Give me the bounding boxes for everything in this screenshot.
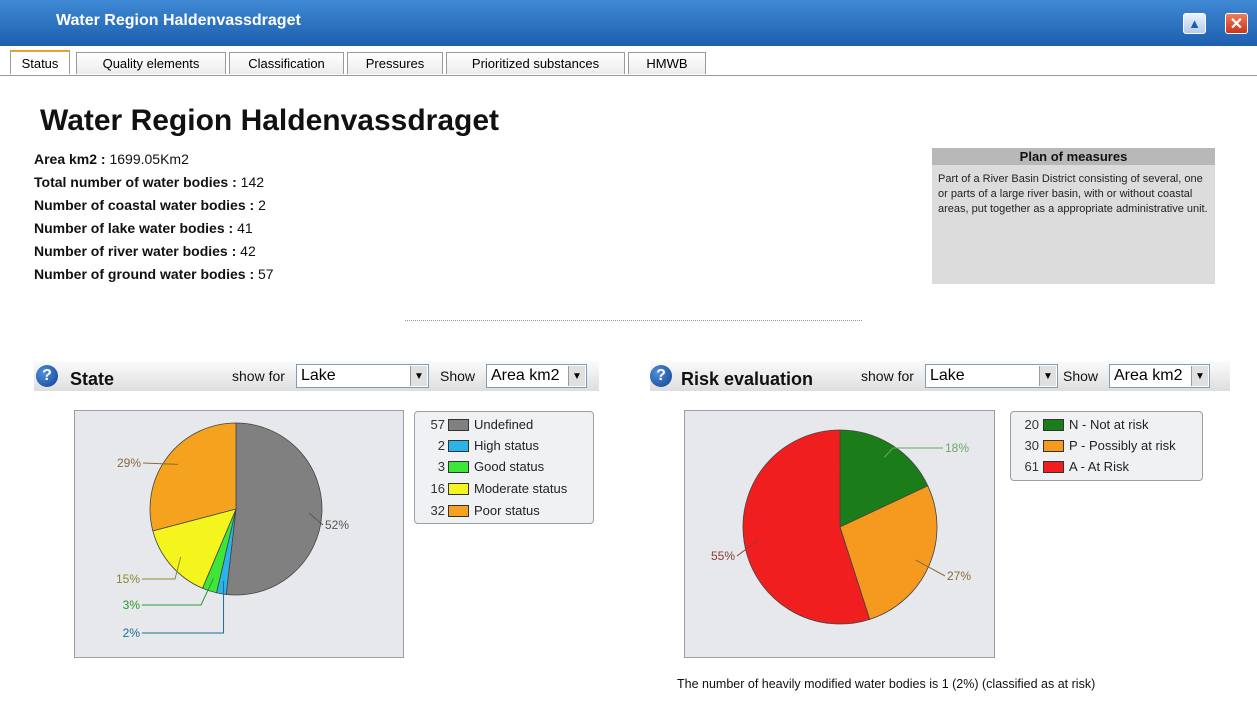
- legend-item: 20 N - Not at risk: [1024, 417, 1149, 432]
- chevron-down-icon: ▼: [1039, 366, 1056, 386]
- pie-percent-label: 52%: [325, 518, 349, 532]
- state-show-select[interactable]: Area km2 ▼: [486, 364, 587, 388]
- tab-quality-elements[interactable]: Quality elements: [76, 52, 226, 74]
- close-button[interactable]: ✕: [1225, 13, 1248, 34]
- pie-percent-label: 15%: [116, 572, 140, 586]
- legend-item: 3 Good status: [437, 459, 545, 474]
- risk-panel-header: ? Risk evaluation show for Lake ▼ Show A…: [650, 361, 1230, 391]
- hmwb-footnote: The number of heavily modified water bod…: [677, 677, 1096, 691]
- page-title: Water Region Haldenvassdraget: [40, 104, 500, 137]
- chevron-down-icon: ▼: [1191, 366, 1208, 386]
- plan-of-measures-box: Plan of measures Part of a River Basin D…: [932, 148, 1215, 284]
- fact-ground-water-bodies: Number of ground water bodies : 57: [34, 266, 274, 282]
- state-show-for-label: show for: [232, 368, 285, 384]
- chevron-down-icon: ▼: [410, 366, 427, 386]
- risk-show-for-label: show for: [861, 368, 914, 384]
- state-chart-area: 52% 2% 3% 15% 29%: [74, 410, 404, 658]
- pie-percent-label: 18%: [945, 441, 969, 455]
- tab-status[interactable]: Status: [10, 50, 70, 74]
- tab-classification[interactable]: Classification: [229, 52, 344, 74]
- risk-pie-chart: 18% 27% 55%: [711, 429, 971, 625]
- fact-coastal-water-bodies: Number of coastal water bodies : 2: [34, 197, 266, 213]
- chevron-up-icon: ▲: [1188, 16, 1201, 31]
- help-icon[interactable]: ?: [36, 365, 58, 387]
- risk-show-label: Show: [1063, 368, 1099, 384]
- plan-title: Plan of measures: [932, 148, 1215, 165]
- pie-percent-label: 3%: [123, 598, 141, 612]
- state-legend: 57 Undefined 2 High status 3 Good status 16…: [414, 411, 594, 524]
- fact-river-water-bodies: Number of river water bodies : 42: [34, 243, 256, 259]
- legend-item: 61 A - At Risk: [1024, 459, 1129, 474]
- legend-item: 30 P - Possibly at risk: [1024, 438, 1176, 453]
- legend-item: 2 High status: [437, 438, 540, 453]
- fact-area: Area km2 : 1699.05Km2: [34, 151, 189, 167]
- risk-show-for-select[interactable]: Lake ▼: [925, 364, 1058, 388]
- risk-legend: 20 N - Not at risk 30 P - Possibly at risk…: [1010, 411, 1203, 481]
- tab-bar: Status Quality elements Classification P…: [0, 50, 1257, 76]
- legend-item: 32 Poor status: [430, 503, 540, 518]
- pie-percent-label: 29%: [117, 456, 141, 470]
- risk-panel-title: Risk evaluation: [681, 369, 814, 389]
- plan-description: Part of a River Basin District consistin…: [938, 173, 1208, 215]
- legend-item: 57 Undefined: [430, 417, 534, 432]
- collapse-button[interactable]: ▲: [1183, 13, 1206, 34]
- tab-pressures[interactable]: Pressures: [347, 52, 443, 74]
- window-title: Water Region Haldenvassdraget: [56, 12, 301, 29]
- state-show-label: Show: [440, 368, 476, 384]
- window-titlebar: Water Region Haldenvassdraget ▲ ✕: [0, 0, 1257, 46]
- pie-slice: [225, 422, 323, 596]
- risk-show-select[interactable]: Area km2 ▼: [1109, 364, 1210, 388]
- pie-percent-label: 55%: [711, 549, 735, 563]
- state-pie-chart: 52% 2% 3% 15% 29%: [116, 422, 349, 640]
- fact-lake-water-bodies: Number of lake water bodies : 41: [34, 220, 253, 236]
- tab-prioritized-substances[interactable]: Prioritized substances: [446, 52, 625, 74]
- help-icon[interactable]: ?: [650, 365, 672, 387]
- state-panel-header: ? State show for Lake ▼ Show Area km2 ▼: [34, 361, 599, 391]
- divider: [405, 320, 862, 321]
- risk-chart-area: 18% 27% 55%: [684, 410, 995, 658]
- state-show-for-select[interactable]: Lake ▼: [296, 364, 429, 388]
- pie-percent-label: 2%: [123, 626, 141, 640]
- chevron-down-icon: ▼: [568, 366, 585, 386]
- fact-total-water-bodies: Total number of water bodies : 142: [34, 174, 265, 190]
- close-icon: ✕: [1229, 15, 1244, 33]
- tab-hmwb[interactable]: HMWB: [628, 52, 706, 74]
- legend-item: 16 Moderate status: [430, 481, 568, 496]
- pie-percent-label: 27%: [947, 569, 971, 583]
- state-panel-title: State: [70, 369, 115, 389]
